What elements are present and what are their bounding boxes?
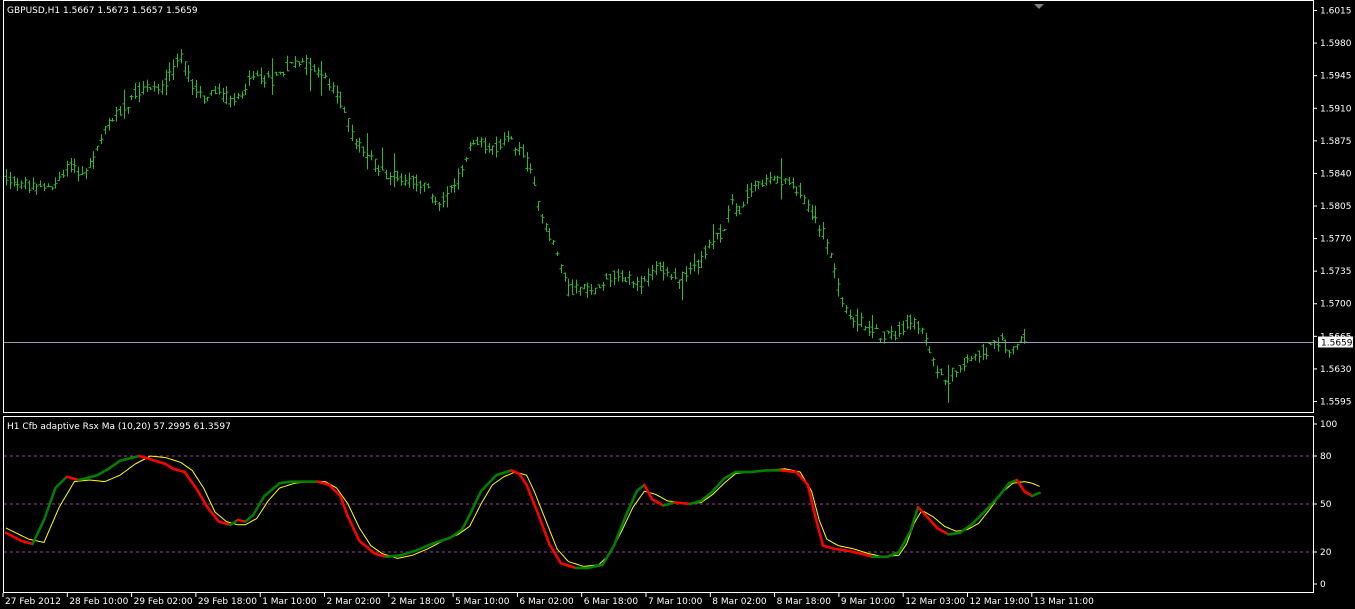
time-axis-label: 29 Feb 18:00	[198, 597, 257, 607]
time-axis-label: 28 Feb 10:00	[69, 597, 128, 607]
price-axis-label: 1.5945	[1320, 72, 1352, 82]
price-axis-label: 1.6015	[1320, 7, 1352, 17]
time-axis-label: 6 Mar 02:00	[519, 597, 574, 607]
time-axis-label: 2 Mar 18:00	[391, 597, 446, 607]
rsx-line-segment	[1036, 491, 1041, 495]
current-price-box: 1.5659	[1318, 336, 1353, 349]
price-axis-label: 1.5910	[1320, 104, 1352, 114]
indicator-axis-label: 80	[1320, 452, 1332, 462]
time-axis-label: 9 Mar 10:00	[841, 597, 896, 607]
price-axis-label: 1.5630	[1320, 365, 1352, 375]
indicator-title: H1 Cfb adaptive Rsx Ma (10,20) 57.2995 6…	[7, 422, 231, 432]
price-axis-label: 1.5700	[1320, 300, 1352, 310]
indicator-axis-label: 100	[1320, 420, 1337, 430]
time-axis-label: 6 Mar 18:00	[584, 597, 639, 607]
price-axis-label: 1.5980	[1320, 39, 1352, 49]
time-axis-label: 12 Mar 19:00	[970, 597, 1030, 607]
time-axis-label: 13 Mar 11:00	[1034, 597, 1094, 607]
time-axis-label: 29 Feb 02:00	[134, 597, 193, 607]
time-axis-label: 8 Mar 18:00	[777, 597, 832, 607]
indicator-axis-label: 0	[1320, 580, 1326, 590]
time-axis-label: 2 Mar 02:00	[327, 597, 382, 607]
indicator-axis-label: 50	[1320, 500, 1332, 510]
time-axis-label: 8 Mar 02:00	[712, 597, 767, 607]
price-axis-label: 1.5735	[1320, 267, 1352, 277]
time-axis-label: 1 Mar 10:00	[262, 597, 317, 607]
price-axis-label: 1.5770	[1320, 235, 1352, 245]
time-axis-label: 12 Mar 03:00	[905, 597, 965, 607]
current-price-label: 1.5659	[1321, 339, 1353, 349]
price-axis-label: 1.5805	[1320, 202, 1352, 212]
price-axis-label: 1.5875	[1320, 137, 1352, 147]
time-axis-label: 7 Mar 10:00	[648, 597, 703, 607]
indicator-axis-label: 20	[1320, 548, 1332, 558]
price-chart-title: GBPUSD,H1 1.5667 1.5673 1.5657 1.5659	[7, 6, 198, 16]
time-axis-label: 5 Mar 10:00	[455, 597, 510, 607]
price-axis-label: 1.5840	[1320, 169, 1352, 179]
price-axis-label: 1.5595	[1320, 397, 1352, 407]
time-axis-label: 27 Feb 2012	[5, 597, 61, 607]
trading-chart: 1.6015 1.5980 1.5945 1.5910 1.5875 1.5840 1.58…	[0, 0, 1355, 609]
chart-background	[0, 0, 1355, 609]
